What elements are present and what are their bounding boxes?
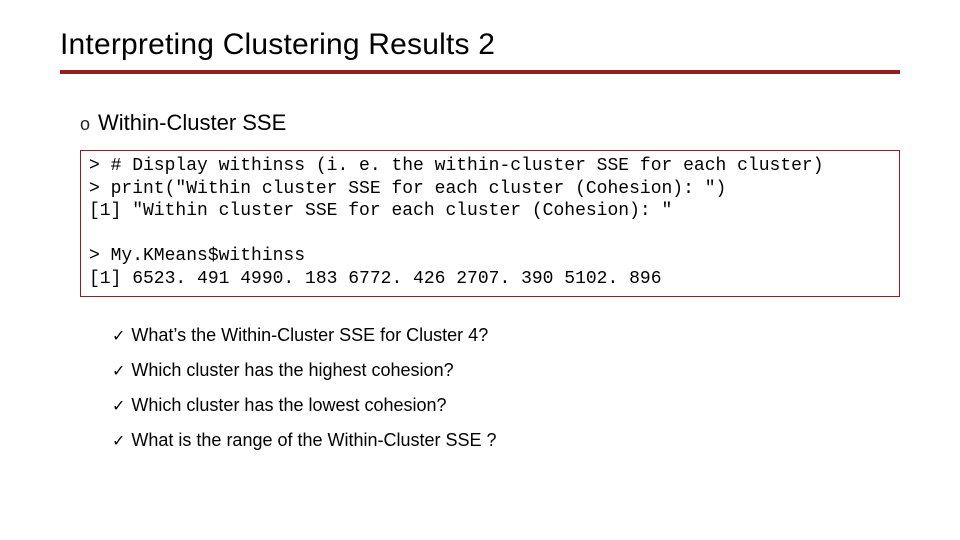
code-line: [1] "Within cluster SSE for each cluster… bbox=[89, 201, 672, 221]
subheading: Within-Cluster SSE bbox=[98, 110, 286, 136]
list-item: ✓ Which cluster has the highest cohesion… bbox=[112, 360, 900, 381]
code-line: > print("Within cluster SSE for each clu… bbox=[89, 179, 726, 199]
questions-list: ✓ What’s the Within-Cluster SSE for Clus… bbox=[112, 325, 900, 451]
code-line: > # Display withinss (i. e. the within-c… bbox=[89, 156, 824, 176]
subheading-row: o Within-Cluster SSE bbox=[80, 110, 900, 136]
circle-bullet-icon: o bbox=[80, 115, 90, 133]
list-item: ✓ Which cluster has the lowest cohesion? bbox=[112, 395, 900, 416]
list-item: ✓ What’s the Within-Cluster SSE for Clus… bbox=[112, 325, 900, 346]
title-rule bbox=[60, 70, 900, 74]
list-item: ✓ What is the range of the Within-Cluste… bbox=[112, 430, 900, 451]
question-text: What’s the Within-Cluster SSE for Cluste… bbox=[131, 325, 488, 346]
check-icon: ✓ bbox=[112, 364, 125, 380]
code-line: [1] 6523. 491 4990. 183 6772. 426 2707. … bbox=[89, 269, 662, 289]
check-icon: ✓ bbox=[112, 399, 125, 415]
slide: Interpreting Clustering Results 2 o With… bbox=[0, 0, 960, 540]
question-text: Which cluster has the lowest cohesion? bbox=[131, 395, 446, 416]
check-icon: ✓ bbox=[112, 329, 125, 345]
code-line: > My.KMeans$withinss bbox=[89, 246, 305, 266]
check-icon: ✓ bbox=[112, 434, 125, 450]
code-box: > # Display withinss (i. e. the within-c… bbox=[80, 150, 900, 297]
question-text: What is the range of the Within-Cluster … bbox=[131, 430, 496, 451]
question-text: Which cluster has the highest cohesion? bbox=[131, 360, 453, 381]
page-title: Interpreting Clustering Results 2 bbox=[60, 28, 900, 62]
